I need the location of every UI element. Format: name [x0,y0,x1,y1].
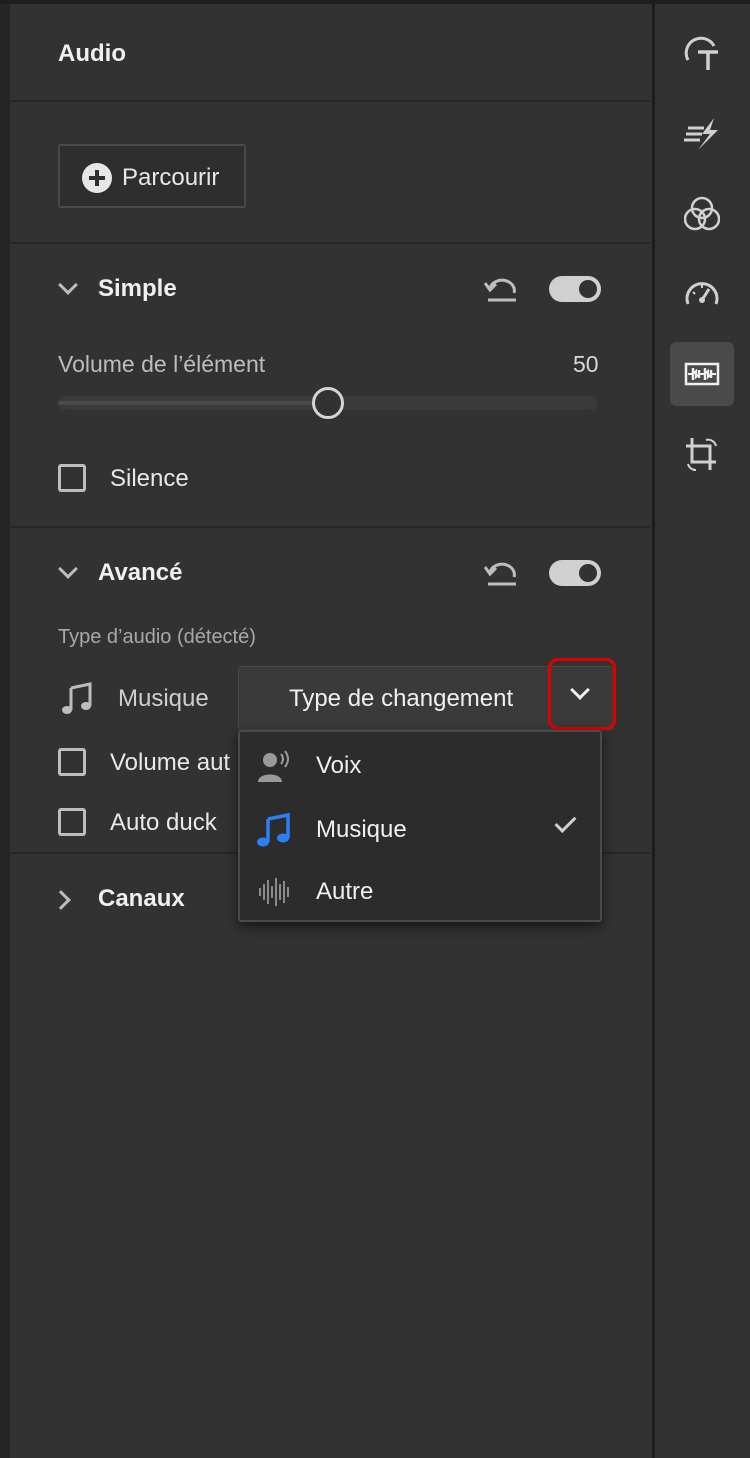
toggle-knob [579,280,597,298]
browse-button[interactable]: Parcourir [58,144,246,208]
volume-label: Volume de l’élément [58,351,266,377]
reset-icon[interactable] [484,275,520,303]
divider [10,100,650,102]
voice-icon [258,750,289,782]
transition-icon [684,118,718,150]
panel-title: Audio [58,40,126,67]
silence-checkbox[interactable] [58,464,86,492]
music-note-icon [62,682,92,714]
music-note-icon [257,812,290,847]
auto-duck-checkbox[interactable] [58,808,86,836]
simple-toggle[interactable] [549,276,601,302]
app-frame: Audio Parcourir Simple Volume de l’éléme… [0,0,750,1458]
advanced-toggle[interactable] [549,560,601,586]
chevron-down-icon [570,680,590,700]
left-edge [0,4,10,1458]
volume-slider-fill [58,401,328,405]
menu-item-other[interactable]: Autre [240,860,600,922]
crop-rotate-icon [686,438,717,471]
color-circles-icon [684,196,720,231]
detected-audio-type: Musique [118,685,209,712]
reset-icon[interactable] [484,559,520,587]
menu-item-label: Voix [316,752,362,779]
audio-waveform-icon [684,362,720,386]
silence-label[interactable]: Silence [110,465,189,493]
section-title-advanced[interactable]: Avancé [98,559,183,587]
plus-circle-icon [82,163,112,193]
waveform-icon [259,878,289,906]
auto-volume-checkbox[interactable] [58,748,86,776]
auto-duck-label[interactable]: Auto duck [110,809,217,837]
menu-item-music[interactable]: Musique [240,798,600,860]
auto-volume-label[interactable]: Volume aut [110,749,230,777]
rail-button-transitions[interactable] [670,102,734,166]
rail-button-color[interactable] [670,182,734,246]
rail-button-titles[interactable] [670,22,734,86]
divider [10,242,650,244]
menu-item-voice[interactable]: Voix [240,734,600,796]
menu-item-label: Musique [316,816,407,843]
menu-item-label: Autre [316,878,374,905]
volume-slider-thumb[interactable] [312,387,344,419]
speed-gauge-icon [685,282,719,305]
audio-type-menu: Voix Musique Autre [238,730,602,922]
rail-button-audio[interactable] [670,342,734,406]
rail-button-crop[interactable] [670,422,734,486]
volume-value: 50 [573,351,599,377]
picker-label: Type de changement [289,685,514,712]
picker-dropdown-button[interactable] [548,658,616,730]
audio-type-label: Type d’audio (détecté) [58,626,256,648]
checkmark-icon [554,811,577,833]
divider [10,526,650,528]
rail-button-speed[interactable] [670,262,734,326]
browse-button-label: Parcourir [122,164,220,191]
section-title-channels[interactable]: Canaux [98,885,185,913]
section-title-simple[interactable]: Simple [98,275,177,303]
volume-slider[interactable] [58,387,598,419]
text-title-icon [684,36,718,70]
toggle-knob [579,564,597,582]
